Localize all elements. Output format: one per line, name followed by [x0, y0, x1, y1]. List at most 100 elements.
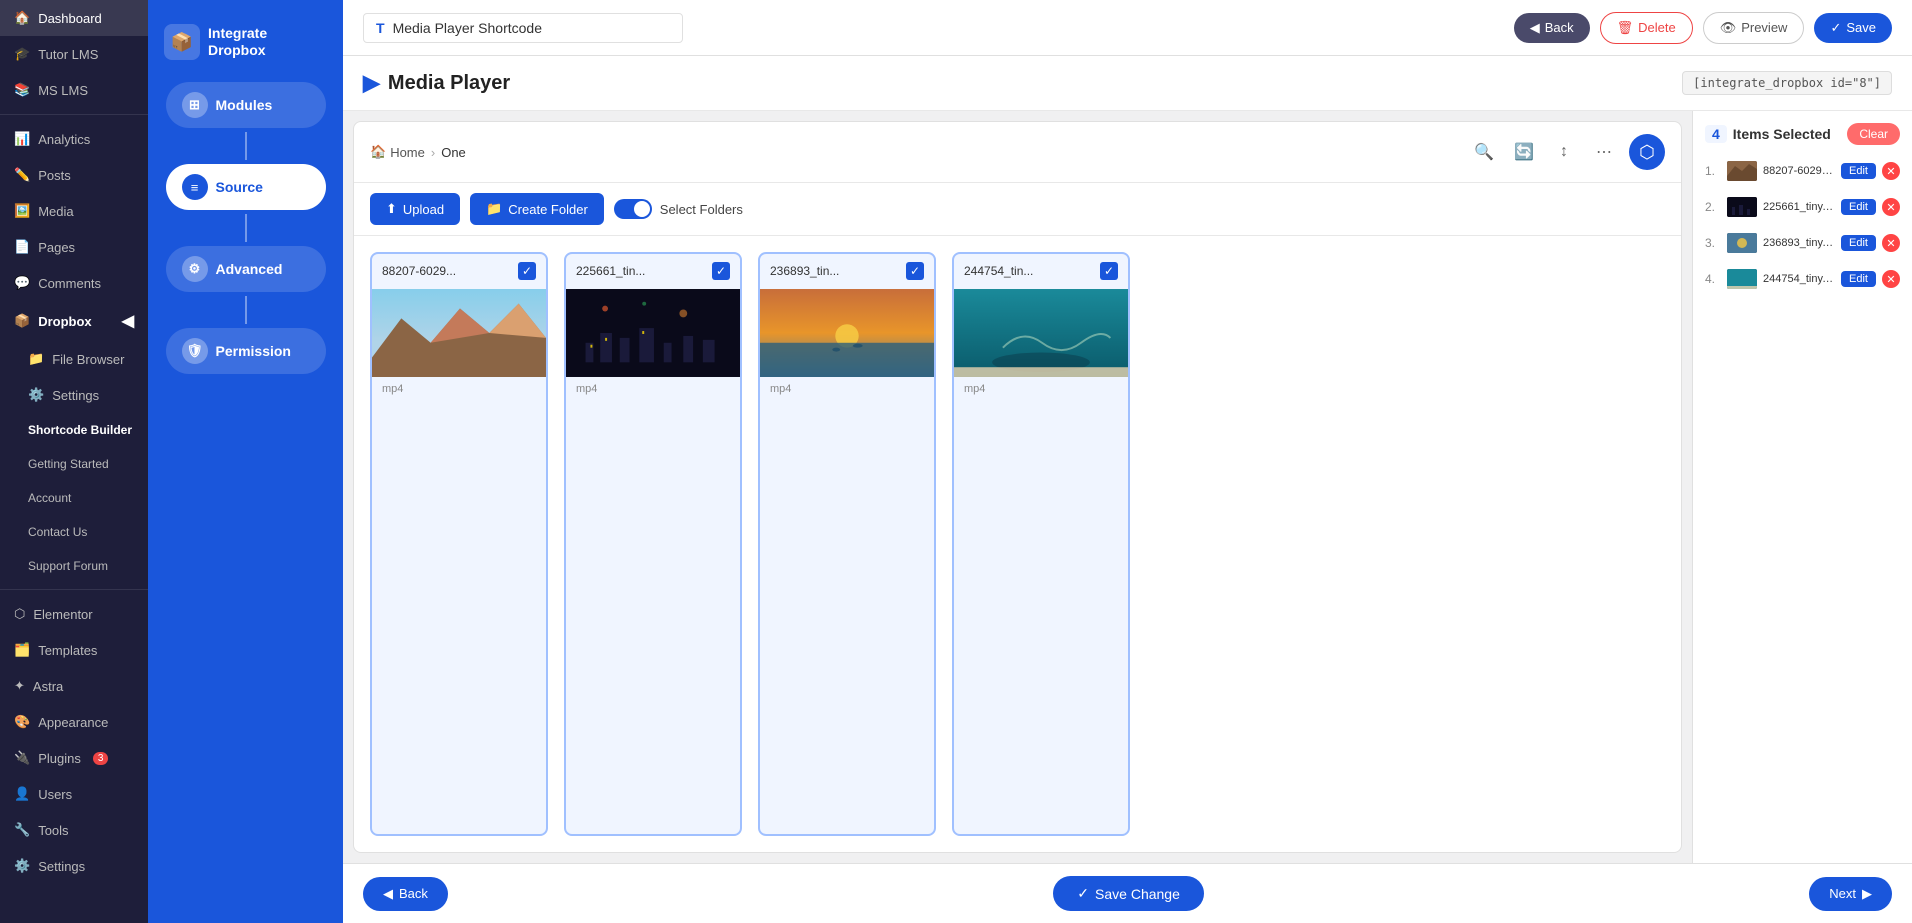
- top-bar: T Media Player Shortcode ◀ Back 🗑 Delete…: [343, 0, 1912, 56]
- file-card-4[interactable]: 244754_tin... ✓: [952, 252, 1130, 836]
- edit-button-4[interactable]: Edit: [1841, 271, 1876, 287]
- sidebar-item-dashboard[interactable]: 🏠 Dashboard: [0, 0, 148, 36]
- divider-2: [0, 589, 148, 590]
- sidebar-item-tools[interactable]: 🔧 Tools: [0, 812, 148, 848]
- file-thumbnail-3: [760, 288, 934, 378]
- select-folders-toggle[interactable]: [614, 199, 652, 219]
- top-bar-left: T Media Player Shortcode: [363, 13, 683, 43]
- search-button[interactable]: 🔍: [1469, 137, 1499, 167]
- sidebar-item-contact-us[interactable]: Contact Us: [0, 515, 148, 549]
- create-folder-button[interactable]: 📁 Create Folder: [470, 193, 604, 225]
- sidebar-item-file-browser[interactable]: 📁 File Browser: [0, 341, 148, 377]
- file-thumbnail-1: [372, 288, 546, 378]
- posts-icon: ✏️: [14, 167, 30, 183]
- preview-icon: 👁: [1720, 20, 1737, 36]
- selected-header: 4 Items Selected Clear: [1705, 123, 1900, 145]
- refresh-button[interactable]: 🔄: [1509, 137, 1539, 167]
- selected-item-3: 3. 236893_tiny.m... Edit ✕: [1705, 229, 1900, 257]
- sidebar-item-shortcode-builder[interactable]: Shortcode Builder: [0, 413, 148, 447]
- remove-button-4[interactable]: ✕: [1882, 270, 1900, 288]
- breadcrumb-home[interactable]: 🏠 Home: [370, 144, 425, 160]
- users-icon: 👤: [14, 786, 30, 802]
- page-header: ▶ Media Player [integrate_dropbox id="8"…: [343, 56, 1912, 111]
- back-button-top[interactable]: ◀ Back: [1514, 13, 1590, 43]
- sidebar-item-getting-started[interactable]: Getting Started: [0, 447, 148, 481]
- sidebar-item-users[interactable]: 👤 Users: [0, 776, 148, 812]
- title-prefix: T: [376, 20, 385, 36]
- file-card-1[interactable]: 88207-6029... ✓: [370, 252, 548, 836]
- file-panel: 🏠 Home › One 🔍 🔄 ↕: [353, 121, 1682, 853]
- sidebar-item-settings-dropbox[interactable]: ⚙️ Settings: [0, 377, 148, 413]
- file-checkbox-1[interactable]: ✓: [518, 262, 536, 280]
- file-type-3: mp4: [760, 378, 934, 400]
- step-modules[interactable]: ⊞ Modules: [166, 82, 326, 128]
- home-icon: 🏠: [370, 144, 386, 160]
- remove-button-3[interactable]: ✕: [1882, 234, 1900, 252]
- sidebar-item-posts[interactable]: ✏️ Posts: [0, 157, 148, 193]
- tutor-lms-icon: 🎓: [14, 46, 30, 62]
- modules-step-icon: ⊞: [182, 92, 208, 118]
- file-type-2: mp4: [566, 378, 740, 400]
- file-name-2: 225661_tin...: [576, 264, 645, 278]
- elementor-icon: ⬡: [14, 606, 25, 622]
- sort-button[interactable]: ↕: [1549, 137, 1579, 167]
- back-button-bottom[interactable]: ◀ Back: [363, 877, 448, 911]
- remove-button-1[interactable]: ✕: [1882, 162, 1900, 180]
- delete-button[interactable]: 🗑 Delete: [1600, 12, 1693, 44]
- edit-button-2[interactable]: Edit: [1841, 199, 1876, 215]
- play-icon: ▶: [363, 70, 380, 96]
- sidebar-item-plugins[interactable]: 🔌 Plugins 3: [0, 740, 148, 776]
- sidebar-item-astra[interactable]: ✦ Astra: [0, 668, 148, 704]
- sort-icon: ↕: [1560, 143, 1568, 161]
- plugins-icon: 🔌: [14, 750, 30, 766]
- sidebar-item-tutor-lms[interactable]: 🎓 Tutor LMS: [0, 36, 148, 72]
- sidebar-item-media[interactable]: 🖼️ Media: [0, 193, 148, 229]
- clear-button[interactable]: Clear: [1847, 123, 1900, 145]
- sidebar-item-pages[interactable]: 📄 Pages: [0, 229, 148, 265]
- content-area: 🏠 Home › One 🔍 🔄 ↕: [343, 111, 1912, 863]
- sidebar-item-support-forum[interactable]: Support Forum: [0, 549, 148, 583]
- analytics-icon: 📊: [14, 131, 30, 147]
- edit-button-3[interactable]: Edit: [1841, 235, 1876, 251]
- back-icon-top: ◀: [1530, 20, 1540, 36]
- step-source[interactable]: ≡ Source: [166, 164, 326, 210]
- dropbox-brand-button[interactable]: ⬡: [1629, 134, 1665, 170]
- top-bar-actions: ◀ Back 🗑 Delete 👁 Preview ✓ Save: [1514, 12, 1892, 44]
- selected-thumb-4: [1727, 269, 1757, 289]
- remove-button-2[interactable]: ✕: [1882, 198, 1900, 216]
- next-button[interactable]: Next ▶: [1809, 877, 1892, 911]
- file-card-3[interactable]: 236893_tin... ✓: [758, 252, 936, 836]
- sidebar-item-settings[interactable]: ⚙️ Settings: [0, 848, 148, 884]
- select-folders-toggle-wrapper: Select Folders: [614, 199, 743, 219]
- file-name-3: 236893_tin...: [770, 264, 839, 278]
- tools-icon: 🔧: [14, 822, 30, 838]
- more-icon: ⋯: [1596, 142, 1612, 162]
- step-advanced[interactable]: ⚙ Advanced: [166, 246, 326, 292]
- file-checkbox-4[interactable]: ✓: [1100, 262, 1118, 280]
- selected-num-2: 2.: [1705, 200, 1721, 214]
- upload-button[interactable]: ⬆ Upload: [370, 193, 460, 225]
- preview-button[interactable]: 👁 Preview: [1703, 12, 1805, 44]
- file-type-4: mp4: [954, 378, 1128, 400]
- sidebar-item-elementor[interactable]: ⬡ Elementor: [0, 596, 148, 632]
- step-connector-2: [245, 214, 247, 242]
- sidebar-item-account[interactable]: Account: [0, 481, 148, 515]
- sidebar-item-templates[interactable]: 🗂️ Templates: [0, 632, 148, 668]
- sidebar-item-dropbox[interactable]: 📦 Dropbox ◀: [0, 301, 148, 341]
- more-options-button[interactable]: ⋯: [1589, 137, 1619, 167]
- file-checkbox-3[interactable]: ✓: [906, 262, 924, 280]
- file-checkbox-2[interactable]: ✓: [712, 262, 730, 280]
- sidebar-item-analytics[interactable]: 📊 Analytics: [0, 121, 148, 157]
- sidebar-item-comments[interactable]: 💬 Comments: [0, 265, 148, 301]
- next-icon: ▶: [1862, 886, 1872, 902]
- shortcode-badge: [integrate_dropbox id="8"]: [1682, 71, 1892, 95]
- sidebar-item-ms-lms[interactable]: 📚 MS LMS: [0, 72, 148, 108]
- edit-button-1[interactable]: Edit: [1841, 163, 1876, 179]
- save-change-button[interactable]: ✓ Save Change: [1053, 876, 1204, 911]
- save-button-top[interactable]: ✓ Save: [1814, 13, 1892, 43]
- dropbox-icon: 📦: [14, 313, 30, 329]
- sidebar-item-appearance[interactable]: 🎨 Appearance: [0, 704, 148, 740]
- shortcode-title-field[interactable]: T Media Player Shortcode: [363, 13, 683, 43]
- step-permission[interactable]: 🛡 Permission: [166, 328, 326, 374]
- file-card-2[interactable]: 225661_tin... ✓: [564, 252, 742, 836]
